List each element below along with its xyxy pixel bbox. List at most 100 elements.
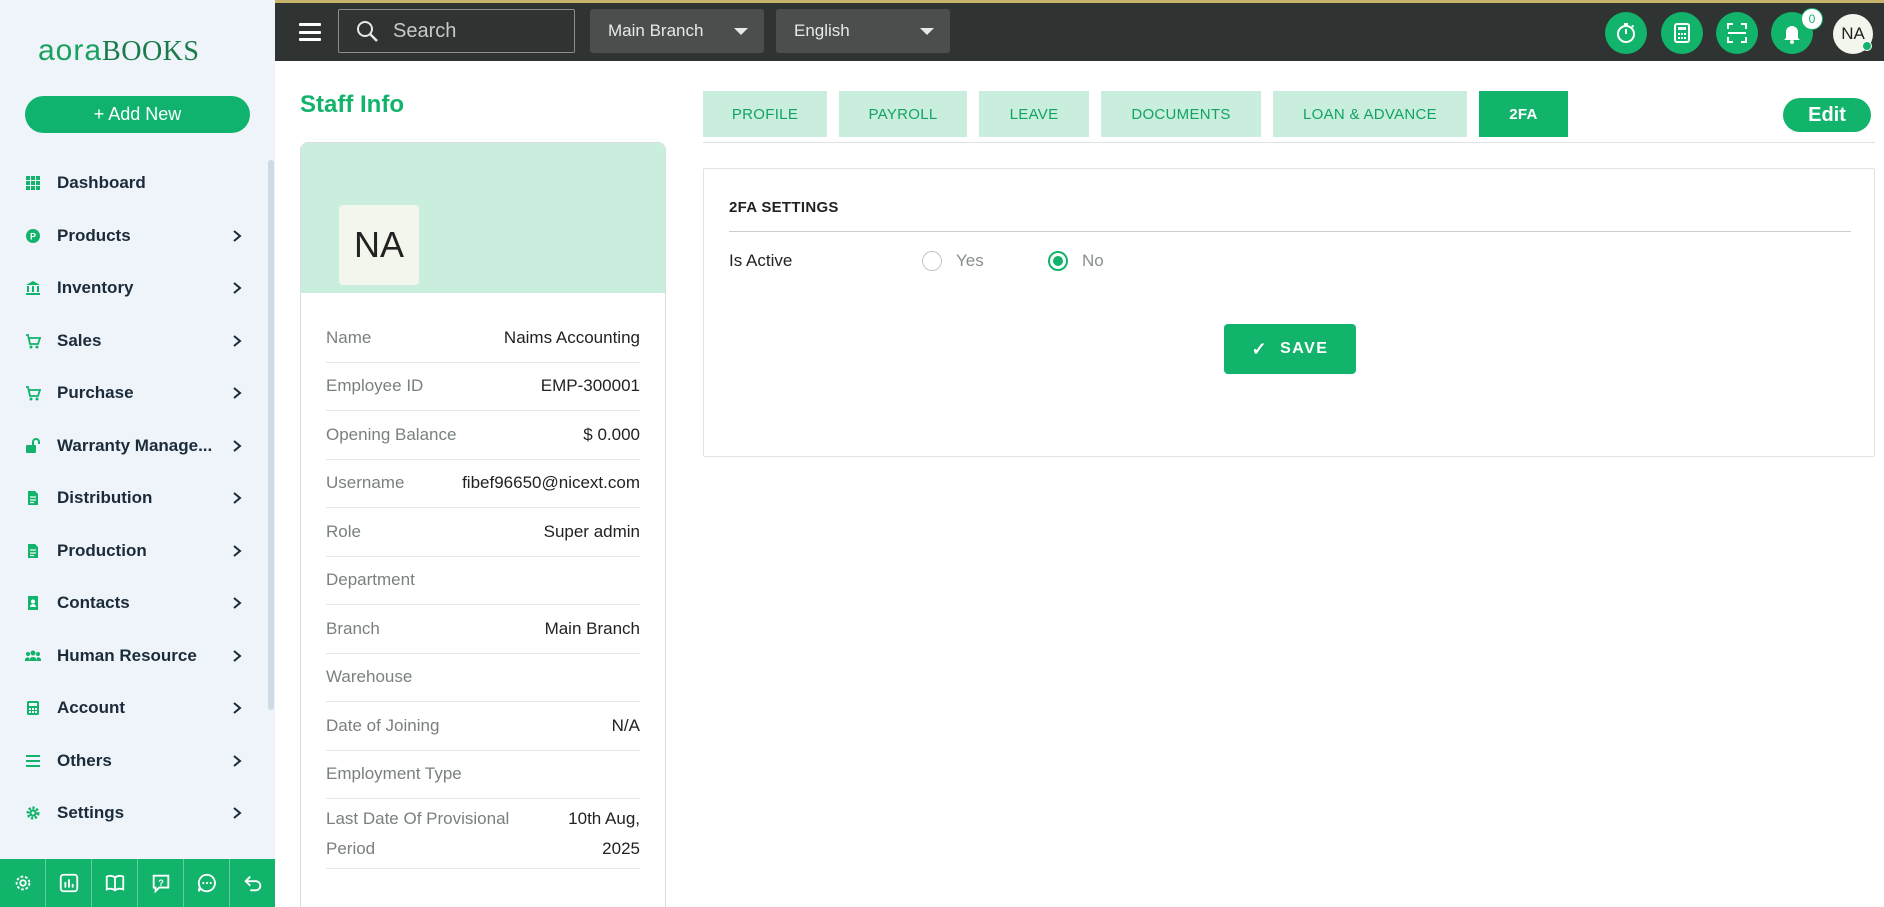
sidebar-item-label: Others: [57, 750, 112, 770]
tab-2fa[interactable]: 2FA: [1479, 91, 1568, 137]
staff-info-list: Name Naims Accounting Employee ID EMP-3000…: [301, 314, 665, 869]
scan-button[interactable]: [1716, 12, 1758, 54]
info-value: N/A: [611, 715, 640, 735]
sidebar-item-label: Settings: [57, 803, 125, 823]
tabs-divider: [703, 142, 1875, 143]
info-key: Last Date Of Provisional Period: [326, 804, 509, 864]
sidebar: aora BOOKS + Add New Dashboard P Products…: [0, 0, 275, 907]
sidebar-item-distribution[interactable]: Distribution: [0, 472, 270, 525]
search-input[interactable]: [393, 19, 553, 43]
language-select[interactable]: English: [776, 9, 950, 53]
info-key-line: Period: [326, 838, 376, 858]
info-value: 10th Aug, 2025: [568, 804, 640, 864]
bottom-back-button[interactable]: [230, 859, 275, 907]
save-button[interactable]: ✓ SAVE: [1224, 324, 1356, 374]
sidebar-item-purchase[interactable]: Purchase: [0, 367, 270, 420]
sidebar-item-account[interactable]: Account: [0, 682, 270, 735]
tab-profile[interactable]: PROFILE: [703, 91, 827, 137]
panel-divider: [729, 231, 1851, 232]
chevron-right-icon: [233, 334, 242, 347]
calculator-button[interactable]: [1661, 12, 1703, 54]
info-key: Name: [326, 327, 372, 347]
chevron-right-icon: [233, 387, 242, 400]
stopwatch-icon: [1617, 23, 1635, 43]
sidebar-scrollbar[interactable]: [268, 160, 274, 710]
chevron-right-icon: [233, 649, 242, 662]
radio-yes[interactable]: Yes: [922, 251, 984, 271]
info-value: EMP-300001: [540, 376, 640, 396]
bottom-docs-button[interactable]: [92, 859, 138, 907]
sidebar-item-label: Contacts: [57, 593, 130, 613]
sidebar-item-label: Dashboard: [57, 173, 146, 193]
tab-payroll[interactable]: PAYROLL: [839, 91, 967, 137]
sidebar-item-others[interactable]: Others: [0, 735, 270, 788]
sidebar-item-label: Inventory: [57, 278, 134, 298]
sidebar-item-contacts[interactable]: Contacts: [0, 577, 270, 630]
info-row-opening-balance: Opening Balance $ 0.000: [326, 411, 640, 460]
info-row-employment-type: Employment Type: [326, 751, 640, 799]
chevron-down-icon: [734, 28, 748, 35]
sidebar-item-label: Production: [57, 540, 147, 560]
info-key: Role: [326, 521, 361, 541]
sidebar-item-label: Sales: [57, 330, 102, 350]
hamburger-menu-icon[interactable]: [299, 23, 321, 41]
users-icon: [24, 647, 42, 665]
info-row-branch: Branch Main Branch: [326, 605, 640, 654]
app-logo[interactable]: aora BOOKS: [38, 34, 199, 68]
profile-avatar: NA: [339, 205, 419, 285]
info-value-line: 10th Aug,: [568, 808, 640, 828]
bottom-help-button[interactable]: ?: [138, 859, 184, 907]
chart-icon: [59, 873, 78, 893]
bottom-reports-button[interactable]: [46, 859, 92, 907]
bottom-settings-button[interactable]: [0, 859, 46, 907]
sidebar-item-sales[interactable]: Sales: [0, 315, 270, 368]
search-box[interactable]: [338, 9, 575, 53]
tab-documents[interactable]: DOCUMENTS: [1101, 91, 1261, 137]
edit-button[interactable]: Edit: [1783, 98, 1871, 132]
info-key: Date of Joining: [326, 715, 440, 735]
radio-no[interactable]: No: [1048, 251, 1104, 271]
sidebar-bottom-toolbar: ?: [0, 859, 275, 907]
sidebar-item-label: Warranty Manage...: [57, 435, 213, 455]
chevron-right-icon: [233, 754, 242, 767]
notification-count-badge: 0: [1801, 8, 1823, 30]
gear-icon: [15, 875, 30, 891]
search-icon: [357, 21, 378, 42]
info-value: Super admin: [543, 521, 640, 541]
branch-select[interactable]: Main Branch: [590, 9, 764, 53]
inventory-icon: [24, 279, 42, 297]
topbar: Main Branch English 0 NA: [275, 0, 1884, 61]
tab-loan-advance[interactable]: LOAN & ADVANCE: [1273, 91, 1467, 137]
radio-circle[interactable]: [1048, 251, 1068, 271]
bottom-chat-button[interactable]: [184, 859, 230, 907]
products-icon: P: [24, 227, 42, 245]
chevron-right-icon: [233, 282, 242, 295]
info-row-date-of-joining: Date of Joining N/A: [326, 702, 640, 751]
sidebar-item-human-resource[interactable]: Human Resource: [0, 630, 270, 683]
sidebar-nav: Dashboard P Products Inventory Sales Pur…: [0, 157, 270, 840]
info-row-role: Role Super admin: [326, 508, 640, 557]
add-new-button[interactable]: + Add New: [25, 96, 250, 133]
gear-icon: [24, 804, 42, 822]
tab-leave[interactable]: LEAVE: [979, 91, 1089, 137]
info-row-last-provisional-date: Last Date Of Provisional Period 10th Aug,…: [326, 799, 640, 869]
sidebar-item-products[interactable]: P Products: [0, 210, 270, 263]
sidebar-item-dashboard[interactable]: Dashboard: [0, 157, 270, 210]
sidebar-item-settings[interactable]: Settings: [0, 787, 270, 840]
sidebar-scrollbar-thumb[interactable]: [268, 160, 274, 710]
sidebar-item-warranty-management[interactable]: Warranty Manage...: [0, 420, 270, 473]
info-value: fibef96650@nicext.com: [462, 473, 640, 493]
user-avatar[interactable]: NA: [1833, 14, 1873, 54]
chevron-right-icon: [233, 439, 242, 452]
sidebar-item-inventory[interactable]: Inventory: [0, 262, 270, 315]
timer-button[interactable]: [1605, 12, 1647, 54]
radio-circle[interactable]: [922, 251, 942, 271]
sidebar-item-production[interactable]: Production: [0, 525, 270, 578]
chevron-right-icon: [233, 544, 242, 557]
notifications-button[interactable]: 0: [1771, 8, 1823, 54]
info-key-line: Last Date Of Provisional: [326, 808, 510, 828]
info-key: Employee ID: [326, 376, 424, 396]
save-button-label: SAVE: [1280, 340, 1329, 357]
svg-text:?: ?: [158, 878, 164, 888]
list-icon: [24, 752, 42, 770]
